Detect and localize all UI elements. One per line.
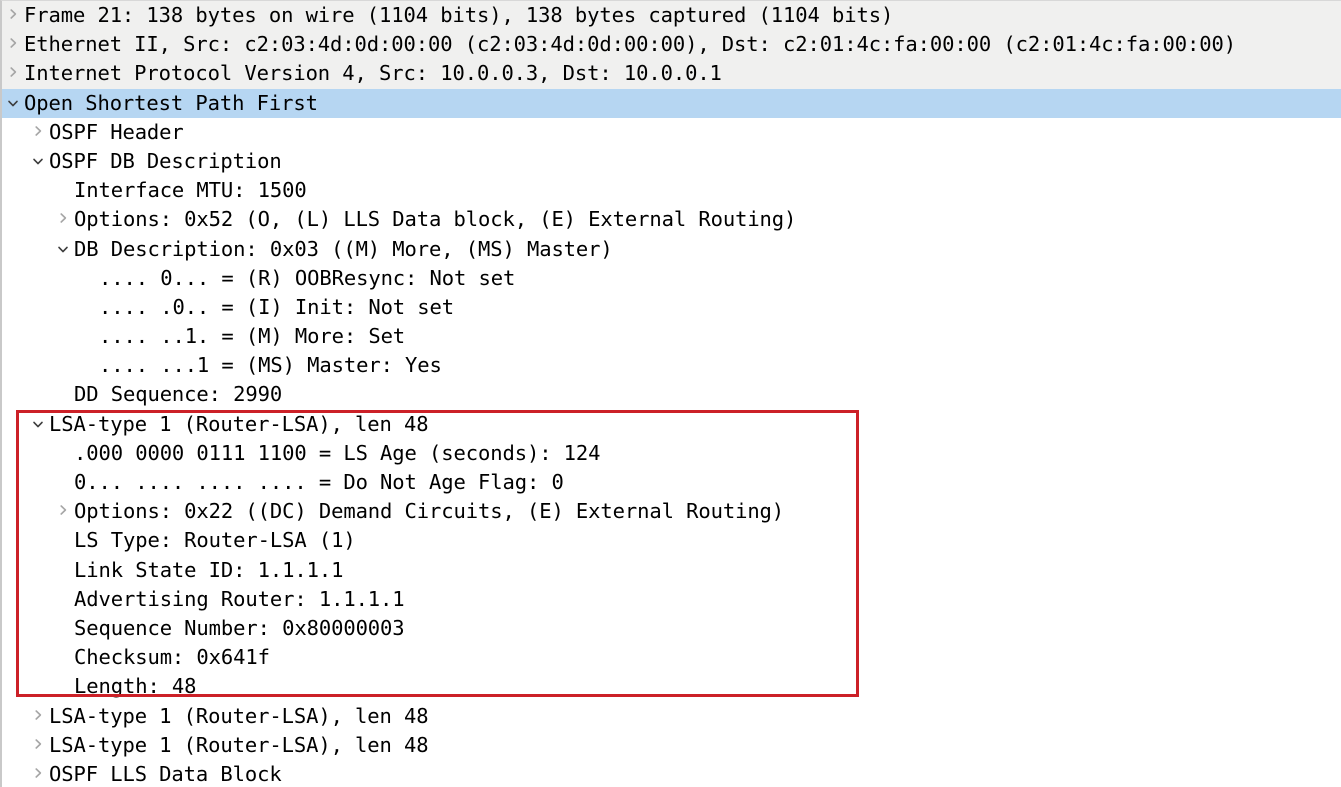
- tree-row[interactable]: DD Sequence: 2990: [2, 380, 1341, 409]
- tree-row-label: Sequence Number: 0x80000003: [74, 615, 405, 640]
- tree-row-label: Options: 0x52 (O, (L) LLS Data block, (E…: [74, 207, 797, 232]
- indent-spacer: DD Sequence: 2990: [2, 380, 282, 409]
- chevron-right-icon[interactable]: [52, 211, 74, 225]
- tree-row[interactable]: Advertising Router: 1.1.1.1: [2, 585, 1341, 614]
- tree-row-label: Open Shortest Path First: [24, 90, 318, 115]
- tree-row-label: Frame 21: 138 bytes on wire (1104 bits),…: [24, 3, 894, 27]
- tree-row-label: DB Description: 0x03 ((M) More, (MS) Mas…: [74, 236, 613, 261]
- tree-row-label: Interface MTU: 1500: [74, 178, 307, 203]
- tree-row[interactable]: .... ...1 = (MS) Master: Yes: [2, 351, 1341, 380]
- tree-row[interactable]: LSA-type 1 (Router-LSA), len 48: [2, 702, 1341, 731]
- tree-row[interactable]: .... ..1. = (M) More: Set: [2, 322, 1341, 351]
- tree-row-label: Link State ID: 1.1.1.1: [74, 557, 344, 582]
- indent-spacer: .000 0000 0111 1100 = LS Age (seconds): …: [2, 439, 601, 468]
- indent-spacer: .... .0.. = (I) Init: Not set: [2, 293, 454, 322]
- chevron-right-icon[interactable]: [2, 36, 24, 50]
- tree-row-label: .000 0000 0111 1100 = LS Age (seconds): …: [74, 440, 601, 465]
- tree-row[interactable]: Frame 21: 138 bytes on wire (1104 bits),…: [2, 1, 1341, 31]
- tree-row-label: Length: 48: [74, 674, 197, 699]
- indent-spacer: LSA-type 1 (Router-LSA), len 48: [2, 731, 429, 760]
- tree-row-label: DD Sequence: 2990: [74, 382, 283, 407]
- indent-spacer: Ethernet II, Src: c2:03:4d:0d:00:00 (c2:…: [2, 30, 1236, 59]
- indent-spacer: Internet Protocol Version 4, Src: 10.0.0…: [2, 59, 722, 88]
- tree-row[interactable]: DB Description: 0x03 ((M) More, (MS) Mas…: [2, 235, 1341, 264]
- chevron-down-icon[interactable]: [52, 244, 74, 255]
- tree-row-label: OSPF Header: [49, 119, 184, 144]
- indent-spacer: Link State ID: 1.1.1.1: [2, 556, 343, 585]
- indent-spacer: Options: 0x22 ((DC) Demand Circuits, (E)…: [2, 497, 784, 526]
- tree-row[interactable]: Length: 48: [2, 672, 1341, 701]
- tree-row[interactable]: .000 0000 0111 1100 = LS Age (seconds): …: [2, 439, 1341, 468]
- chevron-right-icon[interactable]: [2, 7, 24, 21]
- tree-row-label: Ethernet II, Src: c2:03:4d:0d:00:00 (c2:…: [24, 32, 1236, 57]
- indent-spacer: OSPF Header: [2, 118, 184, 147]
- tree-row[interactable]: OSPF DB Description: [2, 147, 1341, 176]
- chevron-down-icon[interactable]: [27, 419, 49, 430]
- tree-row-label: .... ..1. = (M) More: Set: [99, 324, 406, 349]
- indent-spacer: Interface MTU: 1500: [2, 176, 307, 205]
- tree-row-label: Checksum: 0x641f: [74, 645, 270, 670]
- tree-row[interactable]: Checksum: 0x641f: [2, 643, 1341, 672]
- indent-spacer: .... ...1 = (MS) Master: Yes: [2, 351, 442, 380]
- tree-row[interactable]: Sequence Number: 0x80000003: [2, 614, 1341, 643]
- tree-row[interactable]: OSPF LLS Data Block: [2, 760, 1341, 787]
- chevron-right-icon[interactable]: [27, 766, 49, 780]
- indent-spacer: Frame 21: 138 bytes on wire (1104 bits),…: [2, 1, 893, 30]
- indent-spacer: .... 0... = (R) OOBResync: Not set: [2, 264, 515, 293]
- chevron-right-icon[interactable]: [27, 737, 49, 751]
- tree-row-label: LSA-type 1 (Router-LSA), len 48: [49, 411, 429, 436]
- tree-row[interactable]: LSA-type 1 (Router-LSA), len 48: [2, 731, 1341, 760]
- tree-row-label: .... 0... = (R) OOBResync: Not set: [99, 265, 516, 290]
- indent-spacer: .... ..1. = (M) More: Set: [2, 322, 405, 351]
- indent-spacer: LSA-type 1 (Router-LSA), len 48: [2, 702, 429, 731]
- indent-spacer: Options: 0x52 (O, (L) LLS Data block, (E…: [2, 205, 796, 234]
- tree-row[interactable]: .... .0.. = (I) Init: Not set: [2, 293, 1341, 322]
- tree-row[interactable]: Link State ID: 1.1.1.1: [2, 556, 1341, 585]
- tree-row-label: LSA-type 1 (Router-LSA), len 48: [49, 732, 429, 757]
- tree-row[interactable]: Ethernet II, Src: c2:03:4d:0d:00:00 (c2:…: [2, 30, 1341, 60]
- tree-row-label: LSA-type 1 (Router-LSA), len 48: [49, 703, 429, 728]
- indent-spacer: OSPF DB Description: [2, 147, 282, 176]
- chevron-right-icon[interactable]: [2, 65, 24, 79]
- protocol-tree[interactable]: Frame 21: 138 bytes on wire (1104 bits),…: [2, 1, 1341, 787]
- tree-row[interactable]: OSPF Header: [2, 118, 1341, 147]
- tree-row-label: .... .0.. = (I) Init: Not set: [99, 294, 455, 319]
- tree-row[interactable]: Options: 0x22 ((DC) Demand Circuits, (E)…: [2, 497, 1341, 526]
- tree-row[interactable]: 0... .... .... .... = Do Not Age Flag: 0: [2, 468, 1341, 497]
- tree-row[interactable]: .... 0... = (R) OOBResync: Not set: [2, 264, 1341, 293]
- chevron-right-icon[interactable]: [27, 124, 49, 138]
- tree-row[interactable]: Interface MTU: 1500: [2, 176, 1341, 205]
- chevron-right-icon[interactable]: [52, 503, 74, 517]
- tree-row-label: Internet Protocol Version 4, Src: 10.0.0…: [24, 61, 722, 86]
- indent-spacer: LSA-type 1 (Router-LSA), len 48: [2, 410, 429, 439]
- indent-spacer: LS Type: Router-LSA (1): [2, 526, 356, 555]
- indent-spacer: Checksum: 0x641f: [2, 643, 270, 672]
- indent-spacer: DB Description: 0x03 ((M) More, (MS) Mas…: [2, 235, 613, 264]
- chevron-right-icon[interactable]: [27, 708, 49, 722]
- tree-row-label: .... ...1 = (MS) Master: Yes: [99, 353, 442, 378]
- tree-row-label: OSPF LLS Data Block: [49, 761, 282, 786]
- indent-spacer: Advertising Router: 1.1.1.1: [2, 585, 405, 614]
- indent-spacer: Open Shortest Path First: [2, 89, 318, 118]
- indent-spacer: Sequence Number: 0x80000003: [2, 614, 405, 643]
- packet-details-pane[interactable]: Frame 21: 138 bytes on wire (1104 bits),…: [0, 0, 1341, 787]
- indent-spacer: 0... .... .... .... = Do Not Age Flag: 0: [2, 468, 564, 497]
- tree-row[interactable]: LS Type: Router-LSA (1): [2, 526, 1341, 555]
- tree-row[interactable]: Open Shortest Path First: [2, 88, 1341, 118]
- tree-row[interactable]: Internet Protocol Version 4, Src: 10.0.0…: [2, 59, 1341, 89]
- tree-row[interactable]: LSA-type 1 (Router-LSA), len 48: [2, 410, 1341, 439]
- tree-row-label: Advertising Router: 1.1.1.1: [74, 586, 405, 611]
- tree-row-label: OSPF DB Description: [49, 148, 282, 173]
- chevron-down-icon[interactable]: [27, 156, 49, 167]
- tree-row-label: Options: 0x22 ((DC) Demand Circuits, (E)…: [74, 499, 785, 524]
- chevron-down-icon[interactable]: [2, 98, 24, 109]
- indent-spacer: OSPF LLS Data Block: [2, 760, 282, 787]
- indent-spacer: Length: 48: [2, 672, 197, 701]
- tree-row-label: 0... .... .... .... = Do Not Age Flag: 0: [74, 470, 564, 494]
- tree-row[interactable]: Options: 0x52 (O, (L) LLS Data block, (E…: [2, 205, 1341, 234]
- tree-row-label: LS Type: Router-LSA (1): [74, 528, 356, 553]
